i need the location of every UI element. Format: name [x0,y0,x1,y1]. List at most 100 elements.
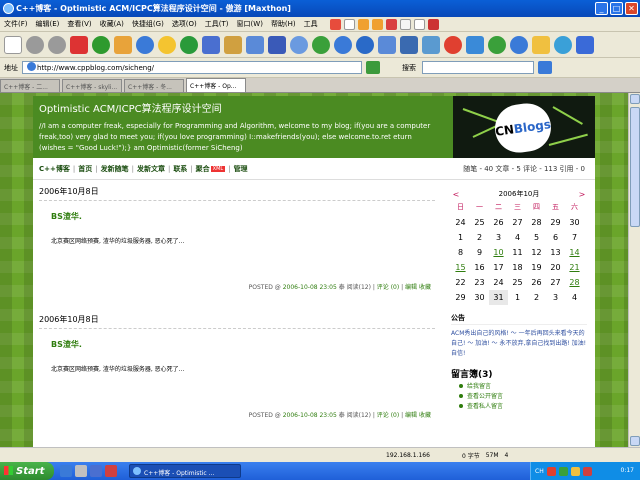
quick-close-icon[interactable] [385,18,397,30]
back-icon[interactable] [26,35,44,54]
menu-favorites[interactable]: 收藏(A) [96,19,128,29]
guestbook-link-leave[interactable]: 给我留言 [459,381,587,391]
nav-home[interactable]: 首页 [78,164,92,174]
tray-icon[interactable] [582,466,592,476]
search-input[interactable] [422,61,534,74]
maximize-button[interactable]: □ [610,2,623,15]
calendar-day[interactable]: 10 [489,245,508,260]
new-page-icon[interactable] [4,35,22,54]
tray-icon[interactable] [546,466,556,476]
scroll-down-button[interactable] [630,436,640,446]
folder-open-icon[interactable] [532,35,550,54]
post-permalink[interactable]: 2006-10-08 23:05 [283,284,337,291]
menu-tools-2[interactable]: 工具 [300,19,322,29]
desktop-icon[interactable] [75,465,87,477]
fullscreen-icon[interactable] [576,35,594,54]
layout-icon[interactable] [246,35,264,54]
quick-forward-icon[interactable] [371,18,383,30]
favorites-star-icon[interactable] [158,35,176,54]
nav-new-post[interactable]: 发新随笔 [101,164,129,174]
tab-4-active[interactable]: C++博客 - Op... [186,78,246,92]
tray-icon[interactable] [558,466,568,476]
calendar-next-button[interactable]: > [577,190,587,199]
nav-rss[interactable]: 聚合 [196,164,210,174]
tray-icon[interactable] [570,466,580,476]
menu-edit[interactable]: 编辑(E) [32,19,64,29]
quick-back-icon[interactable] [357,18,369,30]
calendar-prev-button[interactable]: < [451,190,461,199]
post-fav-link[interactable]: 收藏 [419,284,431,291]
post-comments-link[interactable]: 评论 (0) [377,284,399,291]
history-icon[interactable] [180,35,198,54]
post-title[interactable]: BS渣华. [51,211,441,222]
forward-icon[interactable] [48,35,66,54]
tab-2[interactable]: C++博客 - skyli... [62,79,122,92]
menu-file[interactable]: 文件(F) [0,19,32,29]
window-icon[interactable] [378,35,396,54]
refresh-icon[interactable] [92,35,110,54]
url-input[interactable] [22,61,362,74]
calendar-day[interactable]: 15 [451,260,470,275]
post-comments-link[interactable]: 评论 (0) [377,412,399,419]
quick-x-icon[interactable] [427,18,439,30]
block-icon[interactable] [444,35,462,54]
blog-title[interactable]: Optimistic ACM/ICPC算法程序设计空间 [39,100,222,115]
start-button[interactable]: Start [0,462,54,480]
menu-help[interactable]: 帮助(H) [267,19,300,29]
tools-icon[interactable] [312,35,330,54]
menu-options[interactable]: 选项(O) [168,19,201,29]
folder-icon[interactable] [224,35,242,54]
close-button[interactable]: ✕ [625,2,638,15]
nav-admin[interactable]: 管理 [234,164,248,174]
mail-icon[interactable] [290,35,308,54]
menu-window[interactable]: 窗口(W) [233,19,267,29]
taskbar-window-button[interactable]: C++博客 - Optimistic ... [129,464,241,478]
language-indicator[interactable]: CH [535,468,544,475]
go-button[interactable] [366,61,380,74]
quick-page-icon[interactable] [343,18,355,30]
xml-badge[interactable]: XML [210,165,226,172]
guestbook-link-public[interactable]: 查看公开留言 [459,391,587,401]
quick-tab-icon[interactable] [399,18,411,30]
calendar-day[interactable]: 14 [565,245,584,260]
tab-icon[interactable] [466,35,484,54]
minimize-button[interactable]: _ [595,2,608,15]
image-icon[interactable] [422,35,440,54]
menu-groups[interactable]: 快捷组(G) [128,19,168,29]
vertical-scrollbar[interactable] [628,93,640,447]
quick-new-icon[interactable] [413,18,425,30]
nav-contact[interactable]: 联系 [173,164,187,174]
sidebar-icon[interactable] [400,35,418,54]
word-icon[interactable] [90,465,102,477]
calendar-day[interactable]: 21 [565,260,584,275]
nav-new-article[interactable]: 发新文章 [137,164,165,174]
post-permalink[interactable]: 2006-10-08 23:05 [283,412,337,419]
scroll-thumb[interactable] [630,107,640,227]
split-icon[interactable] [554,35,572,54]
menu-view[interactable]: 查看(V) [63,19,95,29]
post-fav-link[interactable]: 收藏 [419,412,431,419]
feed-icon[interactable] [488,35,506,54]
user-icon[interactable] [510,35,528,54]
quick-red-icon[interactable] [329,18,341,30]
post-edit-link[interactable]: 编辑 [405,284,417,291]
stop-icon[interactable] [70,35,88,54]
plugin-icon[interactable] [334,35,352,54]
calendar-day[interactable]: 28 [565,275,584,290]
print-icon[interactable] [268,35,286,54]
menu-tools[interactable]: 工具(T) [201,19,233,29]
groups-icon[interactable] [202,35,220,54]
globe-icon[interactable] [356,35,374,54]
post-edit-link[interactable]: 编辑 [405,412,417,419]
nav-cppblog[interactable]: C++博客 [39,164,70,174]
post-title[interactable]: BS渣华. [51,339,441,350]
search-go-button[interactable] [538,61,552,74]
tab-1[interactable]: C++博客 - 二... [0,79,60,92]
search-icon[interactable] [136,35,154,54]
tab-3[interactable]: C++博客 - 冬... [124,79,184,92]
home-icon[interactable] [114,35,132,54]
guestbook-link-private[interactable]: 查看私人留言 [459,401,587,411]
ie-icon[interactable] [60,465,72,477]
scroll-up-button[interactable] [630,94,640,104]
app-icon[interactable] [105,465,117,477]
